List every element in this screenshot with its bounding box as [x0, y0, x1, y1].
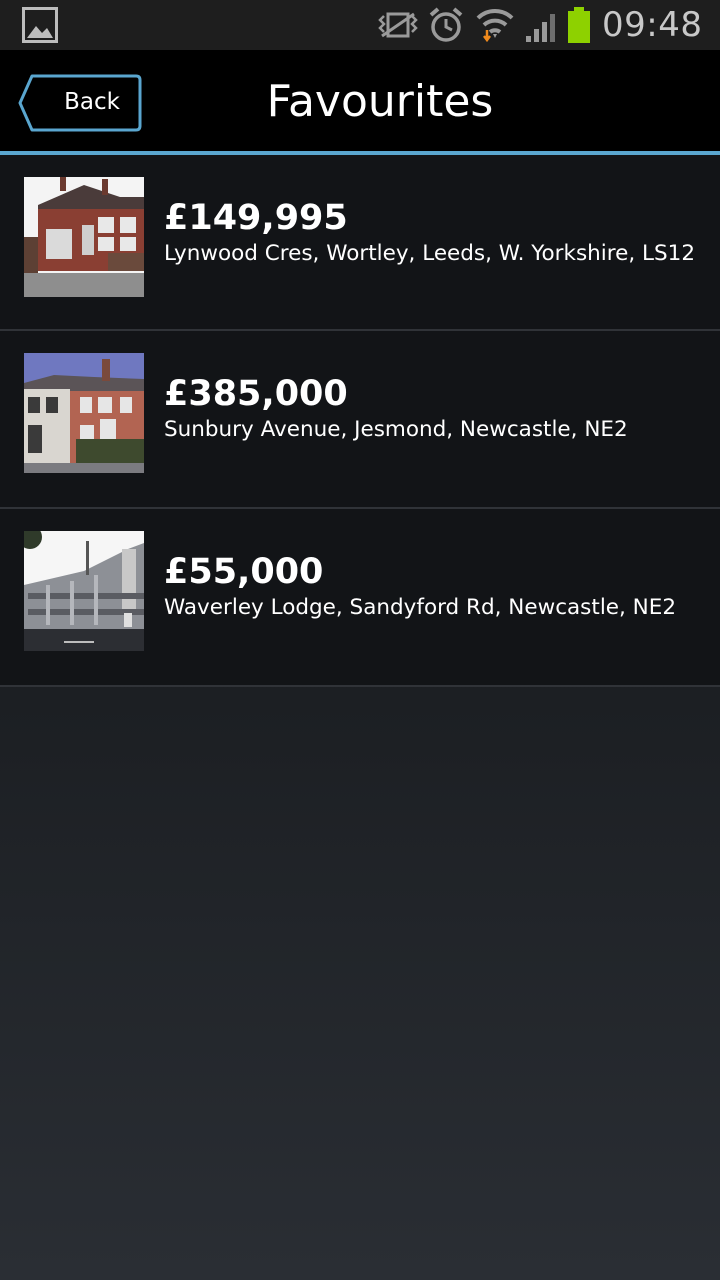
property-price: £55,000 — [164, 552, 324, 592]
property-thumbnail — [24, 531, 144, 651]
property-address: Lynwood Cres, Wortley, Leeds, W. Yorkshi… — [164, 241, 696, 266]
property-address: Sunbury Avenue, Jesmond, Newcastle, NE2 — [164, 417, 628, 442]
favourites-list: £149,995 Lynwood Cres, Wortley, Leeds, W… — [0, 155, 720, 687]
property-price: £149,995 — [164, 198, 348, 238]
property-price: £385,000 — [164, 374, 348, 414]
vibrate-icon — [378, 12, 418, 38]
battery-icon — [568, 7, 590, 43]
property-thumbnail — [24, 353, 144, 473]
gallery-icon — [22, 7, 58, 43]
list-item[interactable]: £385,000 Sunbury Avenue, Jesmond, Newcas… — [0, 331, 720, 509]
wifi-icon — [476, 8, 514, 43]
property-address: Waverley Lodge, Sandyford Rd, Newcastle,… — [164, 595, 677, 620]
list-item[interactable]: £55,000 Waverley Lodge, Sandyford Rd, Ne… — [0, 509, 720, 687]
back-button[interactable]: Back — [18, 74, 142, 132]
status-bar: 09:48 — [0, 0, 720, 50]
status-time: 09:48 — [602, 5, 703, 45]
back-button-label: Back — [64, 89, 120, 115]
signal-icon — [526, 14, 555, 42]
list-item[interactable]: £149,995 Lynwood Cres, Wortley, Leeds, W… — [0, 155, 720, 331]
property-thumbnail — [24, 177, 144, 297]
page-title: Favourites — [266, 76, 494, 127]
alarm-icon — [429, 7, 463, 42]
